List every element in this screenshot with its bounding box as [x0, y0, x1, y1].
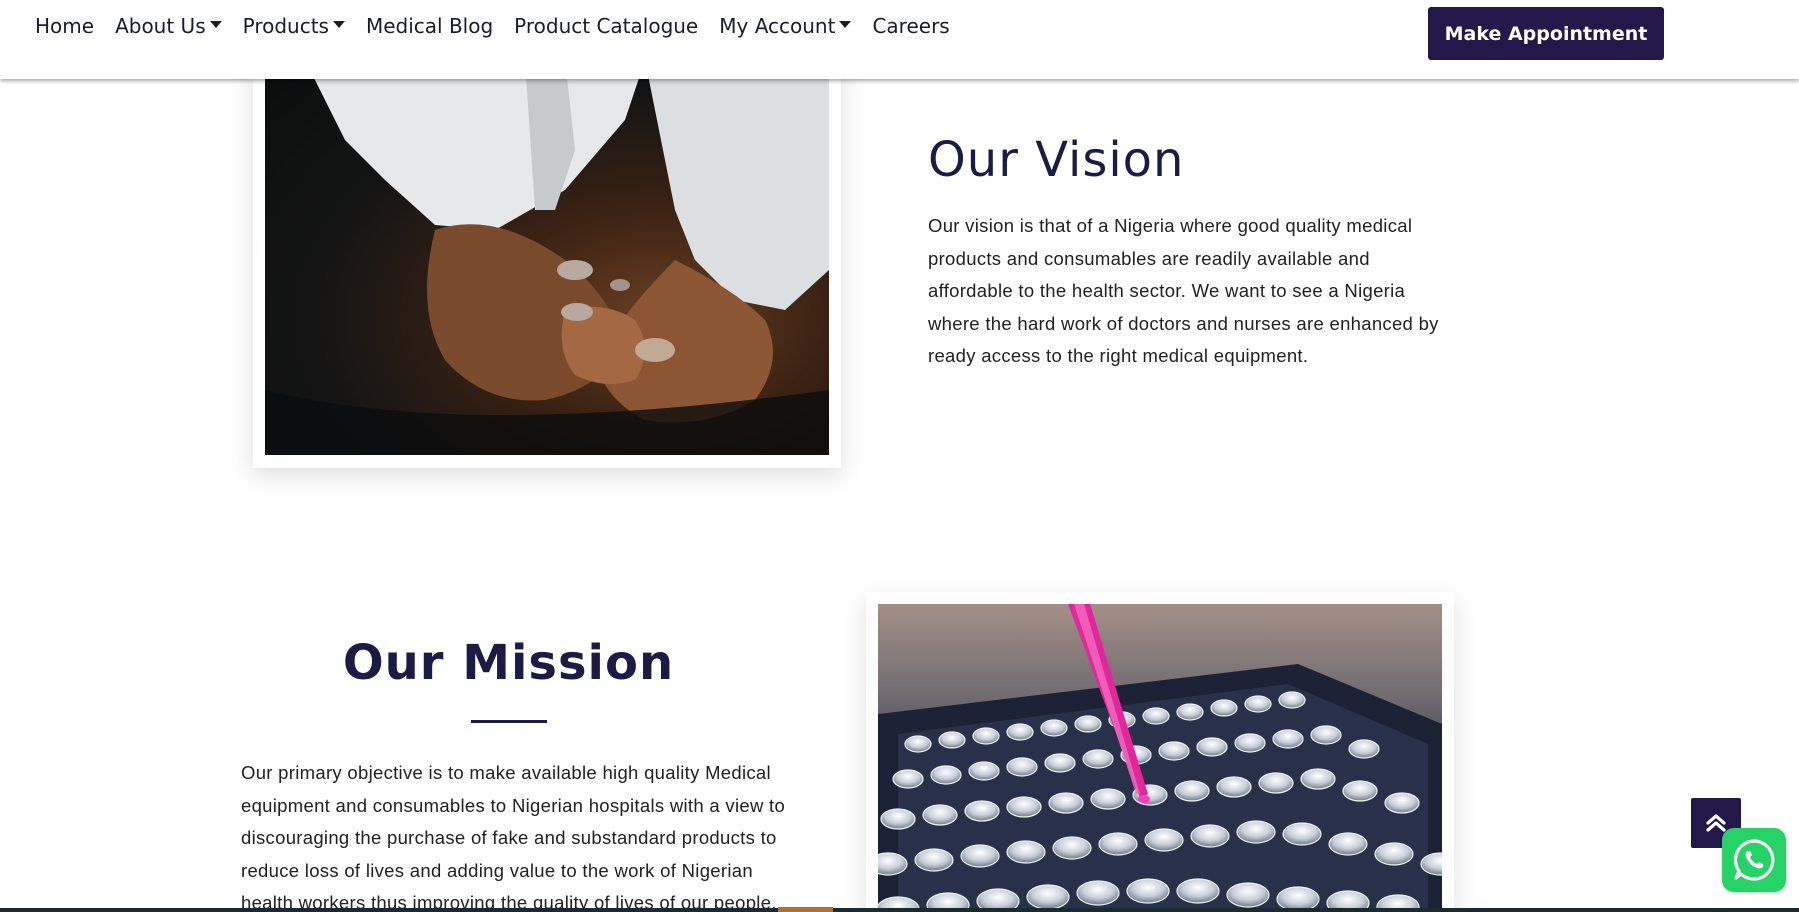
vision-image-frame	[253, 60, 841, 468]
mission-heading: Our Mission	[342, 635, 675, 691]
nav-item-label: Careers	[872, 14, 950, 38]
nav-item-products[interactable]: Products	[243, 12, 345, 40]
vision-photo-holding-hands	[265, 60, 829, 455]
caret-down-icon	[332, 20, 345, 28]
nav-item-home[interactable]: Home	[35, 12, 94, 40]
nav-item-about-us[interactable]: About Us	[115, 12, 222, 40]
bottom-edge-accent	[778, 907, 833, 912]
mission-heading-divider	[471, 720, 547, 723]
whatsapp-chat-button[interactable]	[1722, 828, 1786, 892]
make-appointment-button[interactable]: Make Appointment	[1428, 7, 1664, 60]
page: Home About Us Products Medical Blog Prod…	[0, 0, 1799, 912]
main-nav: Home About Us Products Medical Blog Prod…	[35, 12, 971, 40]
caret-down-icon	[839, 20, 852, 28]
nav-item-medical-blog[interactable]: Medical Blog	[366, 12, 493, 40]
nav-item-careers[interactable]: Careers	[872, 12, 949, 40]
nav-item-label: Home	[35, 14, 95, 38]
vision-heading: Our Vision	[928, 132, 1185, 188]
top-navbar: Home About Us Products Medical Blog Prod…	[0, 0, 1799, 79]
nav-item-product-catalogue[interactable]: Product Catalogue	[514, 12, 698, 40]
double-chevron-up-icon	[1706, 814, 1726, 832]
nav-item-my-account[interactable]: My Account	[719, 12, 852, 40]
caret-down-icon	[209, 20, 222, 28]
test-tubes-illustration	[878, 604, 1442, 912]
mission-paragraph: Our primary objective is to make availab…	[241, 762, 786, 912]
vision-paragraph: Our vision is that of a Nigeria where go…	[928, 215, 1439, 366]
hands-illustration	[265, 60, 829, 455]
mission-photo-test-tubes	[878, 604, 1442, 912]
nav-item-label: Medical Blog	[365, 14, 494, 38]
nav-item-label: About Us	[115, 14, 206, 38]
nav-item-label: Product Catalogue	[514, 14, 699, 38]
mission-image-frame	[866, 592, 1454, 912]
nav-item-label: My Account	[719, 14, 836, 38]
nav-item-label: Products	[242, 14, 329, 38]
whatsapp-icon	[1733, 839, 1775, 881]
bottom-edge-strip	[0, 908, 1799, 912]
